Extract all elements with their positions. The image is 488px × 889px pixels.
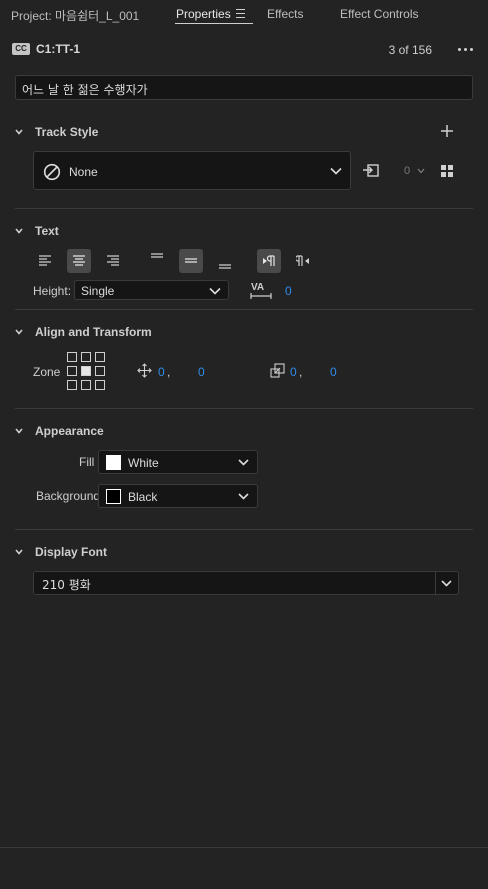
zone-grid[interactable] <box>67 352 107 392</box>
tab-project[interactable]: Project: 마음쉼터_L_001 <box>11 7 139 24</box>
style-count: 0 <box>404 165 411 177</box>
section-divider <box>15 529 473 530</box>
chevron-down-icon <box>15 129 23 135</box>
tab-effect-controls[interactable]: Effect Controls <box>340 7 418 21</box>
clip-name: C1:TT-1 <box>36 42 81 56</box>
dropdown-separator <box>435 572 436 594</box>
rtl-direction-button[interactable] <box>291 249 315 273</box>
track-style-dropdown[interactable]: None <box>33 151 351 190</box>
none-icon <box>43 163 61 181</box>
text-direction-rtl-icon <box>296 255 309 266</box>
vertical-align-bottom-button[interactable] <box>213 251 237 275</box>
position-x-value[interactable]: 0 <box>158 365 165 379</box>
align-center-button[interactable] <box>67 249 91 273</box>
track-style-value: None <box>69 165 98 179</box>
push-style-icon[interactable] <box>362 162 380 178</box>
position-separator: , <box>167 365 171 379</box>
fill-color-swatch[interactable] <box>106 455 121 470</box>
caption-text-input[interactable]: 어느 날 한 젊은 수행자가 <box>15 75 473 100</box>
position-y-value[interactable]: 0 <box>198 365 205 379</box>
chevron-down-icon <box>330 167 342 175</box>
tab-properties[interactable]: Properties <box>176 7 231 21</box>
tracking-icon: VA <box>250 282 272 299</box>
chevron-down-icon <box>15 428 23 434</box>
height-value: Single <box>81 284 115 298</box>
fill-value: White <box>128 456 159 470</box>
text-direction-ltr-icon <box>263 255 275 266</box>
scale-separator: , <box>299 365 303 379</box>
chevron-down-icon <box>441 580 452 587</box>
chevron-down-icon[interactable] <box>417 168 425 174</box>
caption-count: 3 of 156 <box>388 43 432 57</box>
background-dropdown[interactable]: Black <box>98 484 258 508</box>
section-title: Track Style <box>35 125 99 139</box>
ltr-direction-button[interactable] <box>257 249 281 273</box>
tab-effects[interactable]: Effects <box>267 7 303 21</box>
section-title: Appearance <box>35 424 104 438</box>
tracking-icon-letters: VA <box>251 282 264 293</box>
active-tab-indicator <box>175 23 253 24</box>
add-style-icon[interactable] <box>440 124 454 138</box>
chevron-down-icon <box>15 228 23 234</box>
panel-menu-icon[interactable] <box>236 9 245 21</box>
align-left-button[interactable] <box>33 249 57 273</box>
grid-view-icon[interactable] <box>441 165 453 177</box>
vertical-align-middle-button[interactable] <box>179 249 203 273</box>
align-bottom-icon <box>219 264 231 269</box>
tracking-value[interactable]: 0 <box>285 284 292 298</box>
panel-tab-bar: Project: 마음쉼터_L_001 Properties Effects E… <box>0 0 488 28</box>
fill-dropdown[interactable]: White <box>98 450 258 474</box>
align-left-icon <box>39 255 51 266</box>
align-middle-icon <box>185 258 197 263</box>
section-divider <box>15 408 473 409</box>
background-value: Black <box>128 490 158 504</box>
panel-bottom-border <box>0 847 488 848</box>
background-label: Background <box>36 489 101 503</box>
background-color-swatch[interactable] <box>106 489 121 504</box>
closed-caption-icon: CC <box>12 43 30 55</box>
clip-header: CC C1:TT-1 3 of 156 <box>12 41 476 59</box>
more-options-icon[interactable] <box>456 41 476 57</box>
align-center-icon <box>73 255 85 266</box>
height-dropdown[interactable]: Single <box>74 280 229 300</box>
section-title: Display Font <box>35 545 108 559</box>
chevron-down-icon <box>15 549 23 555</box>
align-right-icon <box>107 255 119 266</box>
align-right-button[interactable] <box>101 249 125 273</box>
section-divider <box>15 309 473 310</box>
scale-y-value[interactable]: 0 <box>330 365 337 379</box>
scale-icon <box>270 363 285 378</box>
section-title: Align and Transform <box>35 325 152 339</box>
scale-x-value[interactable]: 0 <box>290 365 297 379</box>
position-move-icon <box>137 363 152 378</box>
align-top-icon <box>151 253 163 258</box>
chevron-down-icon <box>15 329 23 335</box>
zone-label: Zone <box>33 365 61 379</box>
vertical-align-top-button[interactable] <box>145 247 169 271</box>
section-divider <box>15 208 473 209</box>
chevron-down-icon <box>238 493 249 500</box>
fill-label: Fill <box>79 455 95 469</box>
section-title: Text <box>35 224 59 238</box>
chevron-down-icon <box>209 287 221 295</box>
display-font-dropdown[interactable]: 210 평화 <box>33 571 459 595</box>
height-label: Height: <box>33 284 72 298</box>
display-font-value: 210 평화 <box>42 578 91 592</box>
chevron-down-icon <box>238 459 249 466</box>
